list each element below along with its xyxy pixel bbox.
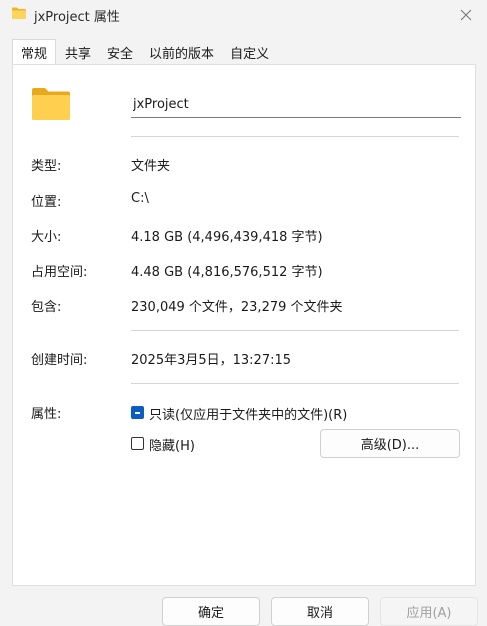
size-value: 4.18 GB (4,496,439,418 字节) xyxy=(131,230,323,245)
size-on-disk-value: 4.48 GB (4,816,576,512 字节) xyxy=(131,265,323,280)
close-icon xyxy=(460,9,472,21)
contains-value: 230,049 个文件，23,279 个文件夹 xyxy=(131,300,343,315)
hidden-checkbox[interactable] xyxy=(131,437,144,450)
title-bar: jxProject 属性 xyxy=(0,0,487,30)
cancel-button[interactable]: 取消 xyxy=(271,597,369,626)
folder-icon xyxy=(12,7,26,19)
created-value: 2025年3月5日，13:27:15 xyxy=(131,353,292,368)
close-button[interactable] xyxy=(451,2,481,28)
folder-icon xyxy=(32,88,70,120)
tab-sharing[interactable]: 共享 xyxy=(58,40,98,63)
created-label: 创建时间: xyxy=(31,353,88,368)
tab-previous-versions[interactable]: 以前的版本 xyxy=(142,40,221,63)
divider xyxy=(131,136,459,137)
tab-general[interactable]: 常规 xyxy=(12,39,57,64)
window-title: jxProject 属性 xyxy=(34,10,120,25)
type-value: 文件夹 xyxy=(131,159,171,174)
divider xyxy=(131,383,459,384)
tab-bar: 常规 共享 安全 以前的版本 自定义 xyxy=(12,39,278,64)
hidden-label[interactable]: 隐藏(H) xyxy=(149,435,195,454)
divider xyxy=(131,330,459,331)
attributes-label: 属性: xyxy=(31,407,62,422)
readonly-checkbox[interactable] xyxy=(131,406,144,419)
type-label: 类型: xyxy=(31,159,62,174)
location-value: C:\ xyxy=(131,191,149,206)
ok-button[interactable]: 确定 xyxy=(162,597,260,626)
location-label: 位置: xyxy=(31,195,62,210)
size-label: 大小: xyxy=(31,230,62,245)
advanced-button[interactable]: 高级(D)... xyxy=(320,429,460,458)
size-on-disk-label: 占用空间: xyxy=(31,265,88,280)
contains-label: 包含: xyxy=(31,300,62,315)
apply-button[interactable]: 应用(A) xyxy=(380,597,478,626)
tab-customize[interactable]: 自定义 xyxy=(223,40,276,63)
folder-name-input[interactable] xyxy=(131,91,461,118)
general-panel: 类型: 文件夹 位置: C:\ 大小: 4.18 GB (4,496,439,4… xyxy=(12,64,476,586)
readonly-label[interactable]: 只读(仅应用于文件夹中的文件)(R) xyxy=(149,404,347,423)
tab-security[interactable]: 安全 xyxy=(100,40,140,63)
